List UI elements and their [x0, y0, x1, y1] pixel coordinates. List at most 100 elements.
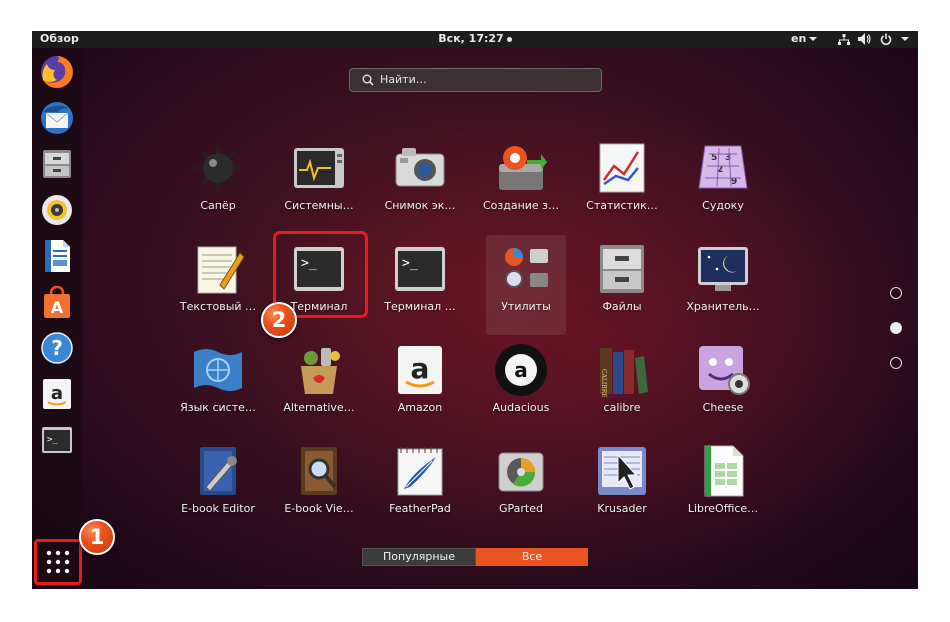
page-indicator-1[interactable]: [890, 287, 902, 299]
startup-disk-creator-icon: [499, 146, 547, 190]
thunderbird-icon: [41, 102, 73, 134]
cheese-icon: [699, 346, 750, 395]
dock-item-firefox[interactable]: [37, 52, 77, 92]
notification-dot: [506, 36, 512, 42]
clock-label: Вск, 17:27: [438, 32, 504, 45]
amazon-icon: a: [398, 346, 442, 394]
svg-text:?: ?: [51, 336, 63, 360]
language-label: en: [791, 32, 807, 45]
libreoffice-calc-icon: [704, 445, 744, 497]
desktop-screen: Обзор Вск, 17:27 en A ? a >_ Найти… Сапё…: [32, 31, 918, 589]
app-text-editor[interactable]: Текстовый …: [168, 235, 268, 335]
network-icon[interactable]: [838, 34, 850, 45]
dock-item-software[interactable]: A: [37, 282, 77, 322]
page-indicator-3[interactable]: [890, 357, 902, 369]
app-label: Системны…: [284, 199, 354, 212]
app-mines[interactable]: Сапёр: [168, 134, 268, 234]
app-label: FeatherPad: [389, 502, 451, 515]
app-calibre[interactable]: CALIBRE calibre: [572, 336, 672, 436]
help-icon: ?: [41, 332, 73, 364]
app-label: Снимок эк…: [384, 199, 456, 212]
app-audacious[interactable]: a Audacious: [471, 336, 571, 436]
app-label: Утилиты: [501, 300, 551, 313]
dock-item-help[interactable]: ?: [37, 328, 77, 368]
power-icon[interactable]: [880, 33, 892, 45]
app-label: Текстовый …: [179, 300, 257, 313]
app-label: Судоку: [702, 199, 744, 212]
ebook-editor-icon: [200, 447, 237, 495]
app-label: E-book Vie…: [284, 502, 354, 515]
search-input[interactable]: Найти…: [349, 68, 602, 92]
rhythmbox-icon: [42, 195, 72, 225]
app-label: Audacious: [492, 401, 550, 414]
sudoku-icon: 5 329: [698, 145, 748, 189]
language-indicator[interactable]: en: [791, 32, 818, 45]
app-label: E-book Editor: [181, 502, 255, 515]
app-language-support[interactable]: Язык систе…: [168, 336, 268, 436]
app-label: Создание з…: [482, 199, 560, 212]
dock-item-amazon[interactable]: a: [37, 374, 77, 414]
app-label: Amazon: [397, 401, 443, 414]
app-ebook-viewer[interactable]: E-book Vie…: [269, 437, 369, 537]
svg-text:a: a: [411, 352, 430, 385]
app-folder-utilities[interactable]: Утилиты: [486, 235, 566, 335]
app-featherpad[interactable]: FeatherPad: [370, 437, 470, 537]
screenshot-icon: [395, 148, 445, 187]
firefox-icon: [41, 56, 73, 88]
tab-frequent[interactable]: Популярные: [362, 548, 476, 566]
language-support-icon: [194, 349, 242, 391]
app-gparted[interactable]: GParted: [471, 437, 571, 537]
amazon-icon: a: [43, 379, 71, 409]
app-alternatives[interactable]: Alternative…: [269, 336, 369, 436]
app-label: Krusader: [597, 502, 647, 515]
step-badge-1: 1: [79, 519, 115, 555]
app-startup-disk-creator[interactable]: Создание з…: [471, 134, 571, 234]
app-label: Статистик…: [586, 199, 658, 212]
search-placeholder: Найти…: [380, 73, 427, 86]
svg-text:A: A: [51, 298, 64, 317]
app-sudoku[interactable]: 5329 Судоку: [673, 134, 773, 234]
step-badge-2: 2: [261, 302, 297, 338]
files-icon: [600, 245, 644, 293]
gparted-icon: [498, 452, 544, 492]
search-icon: [362, 74, 374, 86]
app-libreoffice-calc[interactable]: LibreOffice…: [673, 437, 773, 537]
tab-all[interactable]: Все: [476, 548, 588, 566]
app-cheese[interactable]: Cheese: [673, 336, 773, 436]
dock-item-thunderbird[interactable]: [37, 98, 77, 138]
app-label: LibreOffice…: [687, 502, 759, 515]
app-krusader[interactable]: Krusader: [572, 437, 672, 537]
dock: A ? a >_: [32, 48, 82, 589]
screensaver-icon: [698, 247, 748, 291]
dock-item-rhythmbox[interactable]: [37, 190, 77, 230]
app-system-monitor[interactable]: Системны…: [269, 134, 369, 234]
dock-item-files[interactable]: [37, 144, 77, 184]
app-label: Хранитель…: [686, 300, 760, 313]
show-applications-button[interactable]: [34, 539, 82, 585]
app-screenshot[interactable]: Снимок эк…: [370, 134, 470, 234]
volume-icon[interactable]: [858, 33, 871, 45]
app-label: GParted: [499, 502, 543, 515]
svg-text:a: a: [51, 383, 63, 404]
dock-item-terminal[interactable]: >_: [37, 420, 77, 460]
app-label: Cheese: [702, 401, 744, 414]
ebook-viewer-icon: [301, 447, 337, 495]
app-files[interactable]: Файлы: [572, 235, 672, 335]
text-editor-icon: [197, 246, 245, 294]
krusader-icon: [598, 447, 646, 495]
calibre-icon: CALIBRE: [600, 348, 648, 398]
app-statistics[interactable]: Статистик…: [572, 134, 672, 234]
files-icon: [43, 150, 71, 178]
app-label: Терминал …: [384, 300, 456, 313]
clock[interactable]: Вск, 17:27: [32, 32, 918, 45]
app-screensaver[interactable]: Хранитель…: [673, 235, 773, 335]
terminal-icon: >_: [42, 427, 72, 453]
app-ebook-editor[interactable]: E-book Editor: [168, 437, 268, 537]
dock-item-writer[interactable]: [37, 236, 77, 276]
app-terminal-2[interactable]: >_ Терминал …: [370, 235, 470, 335]
page-indicator-2[interactable]: [890, 322, 902, 334]
statistics-icon: [599, 143, 645, 193]
app-amazon[interactable]: a Amazon: [370, 336, 470, 436]
system-menu-arrow-icon[interactable]: [901, 37, 909, 41]
grid-icon: [46, 550, 70, 574]
